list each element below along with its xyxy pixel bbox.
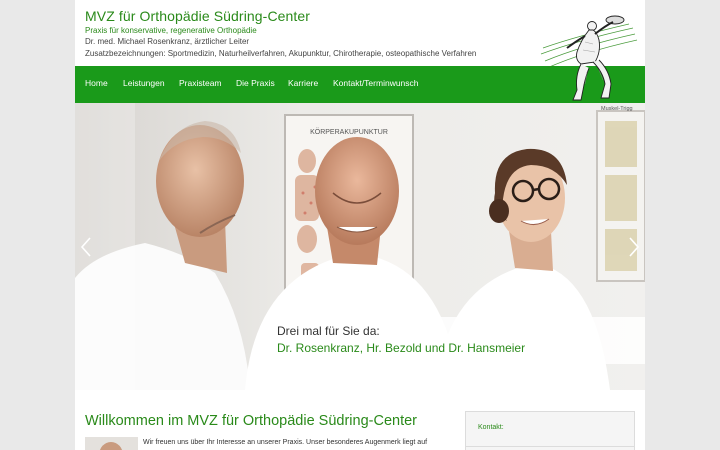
page-container: MVZ für Orthopädie Südring-Center Praxis… xyxy=(75,0,645,450)
poster-title: KÖRPERAKUPUNKTUR xyxy=(310,128,388,136)
doctor-thumbnail xyxy=(85,437,138,450)
site-title[interactable]: MVZ für Orthopädie Südring-Center xyxy=(85,8,310,24)
nav-item-praxisteam[interactable]: Praxisteam xyxy=(179,78,222,88)
intro-text: Wir freuen uns über Ihr Interesse an uns… xyxy=(143,439,428,446)
hero-slider: KÖRPERAKUPUNKTUR Muskel-Trigg Drei mal f… xyxy=(75,103,645,390)
site-leader: Dr. med. Michael Rosenkranz, ärztlicher … xyxy=(85,37,250,46)
nav-item-home[interactable]: Home xyxy=(85,78,108,88)
discus-thrower-logo[interactable] xyxy=(537,6,641,104)
caption-line-2: Dr. Rosenkranz, Hr. Bezold und Dr. Hansm… xyxy=(277,341,526,355)
welcome-heading: Willkommen im MVZ für Orthopädie Südring… xyxy=(85,413,417,429)
nav-item-karriere[interactable]: Karriere xyxy=(288,78,318,88)
divider xyxy=(466,446,634,447)
site-subtitle: Praxis für konservative, regenerative Or… xyxy=(85,26,257,35)
chevron-right-icon[interactable] xyxy=(628,236,640,258)
caption-line-1: Drei mal für Sie da: xyxy=(277,324,380,338)
site-qualifications: Zusatzbezeichnungen: Sportmedizin, Natur… xyxy=(85,49,477,58)
nav-item-die-praxis[interactable]: Die Praxis xyxy=(236,78,275,88)
chart-label: Muskel-Trigg xyxy=(601,106,633,112)
contact-box: Kontakt: xyxy=(465,411,635,450)
nav-item-leistungen[interactable]: Leistungen xyxy=(123,78,165,88)
contact-label: Kontakt: xyxy=(478,424,504,431)
chevron-left-icon[interactable] xyxy=(80,236,92,258)
nav-item-kontakt[interactable]: Kontakt/Terminwunsch xyxy=(333,78,419,88)
slide-caption: Drei mal für Sie da: Dr. Rosenkranz, Hr.… xyxy=(269,317,645,364)
